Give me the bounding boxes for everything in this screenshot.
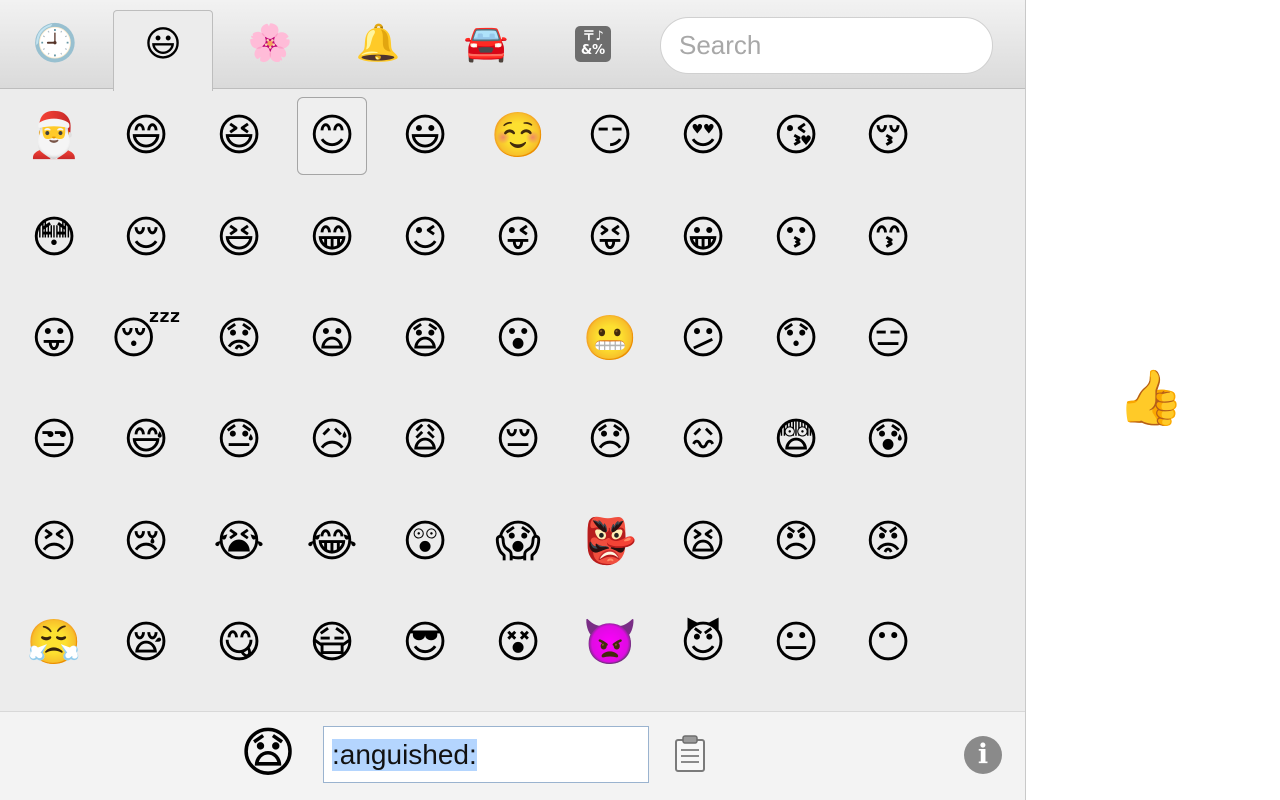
emoji-cell[interactable]: 😐 [761,604,831,682]
search-input[interactable] [660,17,993,74]
emoji-cell[interactable]: 😒 [19,401,89,479]
smiley-icon: 😃 [144,24,182,65]
emoji-cell[interactable]: 😘 [761,97,831,175]
emoji-cell[interactable]: 😆 [204,97,274,175]
tab-people[interactable]: 😃 [113,10,213,91]
emoji-cell[interactable]: 😨 [761,401,831,479]
emoji-cell[interactable]: 😋 [204,604,274,682]
emoji-cell[interactable]: 👺 [575,503,645,581]
emoji-cell[interactable]: 😠 [761,503,831,581]
emoji-palette-window: 🕘 😃 🌸 🔔 🚘 〒♪ &% 🎅 😄 😆 😊 😃 ☺️ 😏 😍 😘 😚 😳 😌 😆 😁 😉 😜 😝 😀 😗 😙 😛 😴 😟… [0,0,1026,800]
tab-recent[interactable]: 🕘 [6,10,104,89]
emoji-cell[interactable]: 😙 [853,199,923,277]
emoji-cell[interactable]: 😚 [853,97,923,175]
emoji-cell[interactable]: 😀 [668,199,738,277]
emoji-preview: 😧 [239,721,297,784]
emoji-cell[interactable]: 😫 [668,503,738,581]
emoji-cell[interactable]: 😡 [853,503,923,581]
tab-places[interactable]: 🚘 [437,10,535,89]
info-icon[interactable]: i [964,736,1002,774]
emoji-cell[interactable]: 😦 [297,300,367,378]
emoji-cell[interactable]: 😬 [575,300,645,378]
car-icon: 🚘 [463,22,509,64]
emoji-cell[interactable]: 😔 [483,401,553,479]
bell-icon: 🔔 [355,22,401,64]
thumbs-up-emoji: 👍 [1117,366,1185,429]
emoji-cell[interactable]: 😞 [575,401,645,479]
emoji-cell[interactable]: 😃 [390,97,460,175]
emoji-cell[interactable]: 😮 [483,300,553,378]
emoji-cell[interactable]: 😆 [204,199,274,277]
emoji-cell[interactable]: 😈 [668,604,738,682]
emoji-cell[interactable]: 😝 [575,199,645,277]
emoji-cell[interactable]: 😶 [853,604,923,682]
emoji-cell[interactable]: 😰 [853,401,923,479]
emoji-cell[interactable]: 😳 [19,199,89,277]
emoji-cell[interactable]: 😭 [204,503,274,581]
symbols-icon: 〒♪ &% [575,25,611,62]
emoji-cell[interactable]: 😲 [390,503,460,581]
emoji-cell[interactable]: 😎 [390,604,460,682]
emoji-cell[interactable]: 😁 [297,199,367,277]
emoji-name-field[interactable]: :anguished: [323,726,649,783]
clipboard-icon[interactable] [673,735,707,773]
emoji-cell[interactable]: 😤 [19,604,89,682]
emoji-cell[interactable]: 😵 [483,604,553,682]
emoji-cell[interactable]: 👿 [575,604,645,682]
emoji-cell[interactable]: 😯 [761,300,831,378]
emoji-cell[interactable]: 😖 [668,401,738,479]
flower-icon: 🌸 [247,22,293,64]
emoji-cell[interactable]: 😥 [297,401,367,479]
category-tab-bar: 🕘 😃 🌸 🔔 🚘 〒♪ &% [0,0,1025,91]
emoji-cell[interactable]: 😪 [111,604,181,682]
emoji-cell[interactable]: 😗 [761,199,831,277]
emoji-cell[interactable]: 😊 [297,97,367,175]
clock-icon: 🕘 [32,22,78,64]
emoji-cell[interactable]: 😛 [19,300,89,378]
emoji-cell[interactable]: 😴 [111,300,182,378]
emoji-grid: 🎅 😄 😆 😊 😃 ☺️ 😏 😍 😘 😚 😳 😌 😆 😁 😉 😜 😝 😀 😗 😙 😛 😴 😟 😦 😧 😮 😬 😕 😯 😑 😒 😅 😓 😥 😩 😔 😞 😖 😨… [0,89,1025,711]
emoji-cell[interactable]: 😜 [483,199,553,277]
emoji-cell[interactable]: 😷 [297,604,367,682]
emoji-cell[interactable]: ☺️ [483,97,553,175]
emoji-cell[interactable]: 😌 [111,199,181,277]
emoji-cell[interactable]: 😉 [390,199,460,277]
tab-symbols[interactable]: 〒♪ &% [544,10,642,89]
emoji-name-text: :anguished: [332,738,477,771]
emoji-cell[interactable]: 😓 [204,401,274,479]
emoji-cell[interactable]: 😏 [575,97,645,175]
emoji-cell[interactable]: 😍 [668,97,738,175]
emoji-cell[interactable]: 😄 [111,97,181,175]
emoji-cell[interactable]: 😂 [297,503,367,581]
emoji-cell[interactable]: 😅 [111,401,181,479]
emoji-cell[interactable]: 🎅 [19,97,89,175]
emoji-cell[interactable]: 😩 [390,401,460,479]
emoji-cell[interactable]: 😢 [111,503,181,581]
emoji-cell[interactable]: 😟 [204,300,274,378]
emoji-cell[interactable]: 😑 [853,300,923,378]
emoji-cell[interactable]: 😣 [19,503,89,581]
tab-nature[interactable]: 🌸 [221,10,319,89]
emoji-cell[interactable]: 😕 [668,300,738,378]
emoji-cell[interactable]: 😱 [483,503,553,581]
emoji-cell[interactable]: 😧 [390,300,460,378]
tab-objects[interactable]: 🔔 [329,10,427,89]
